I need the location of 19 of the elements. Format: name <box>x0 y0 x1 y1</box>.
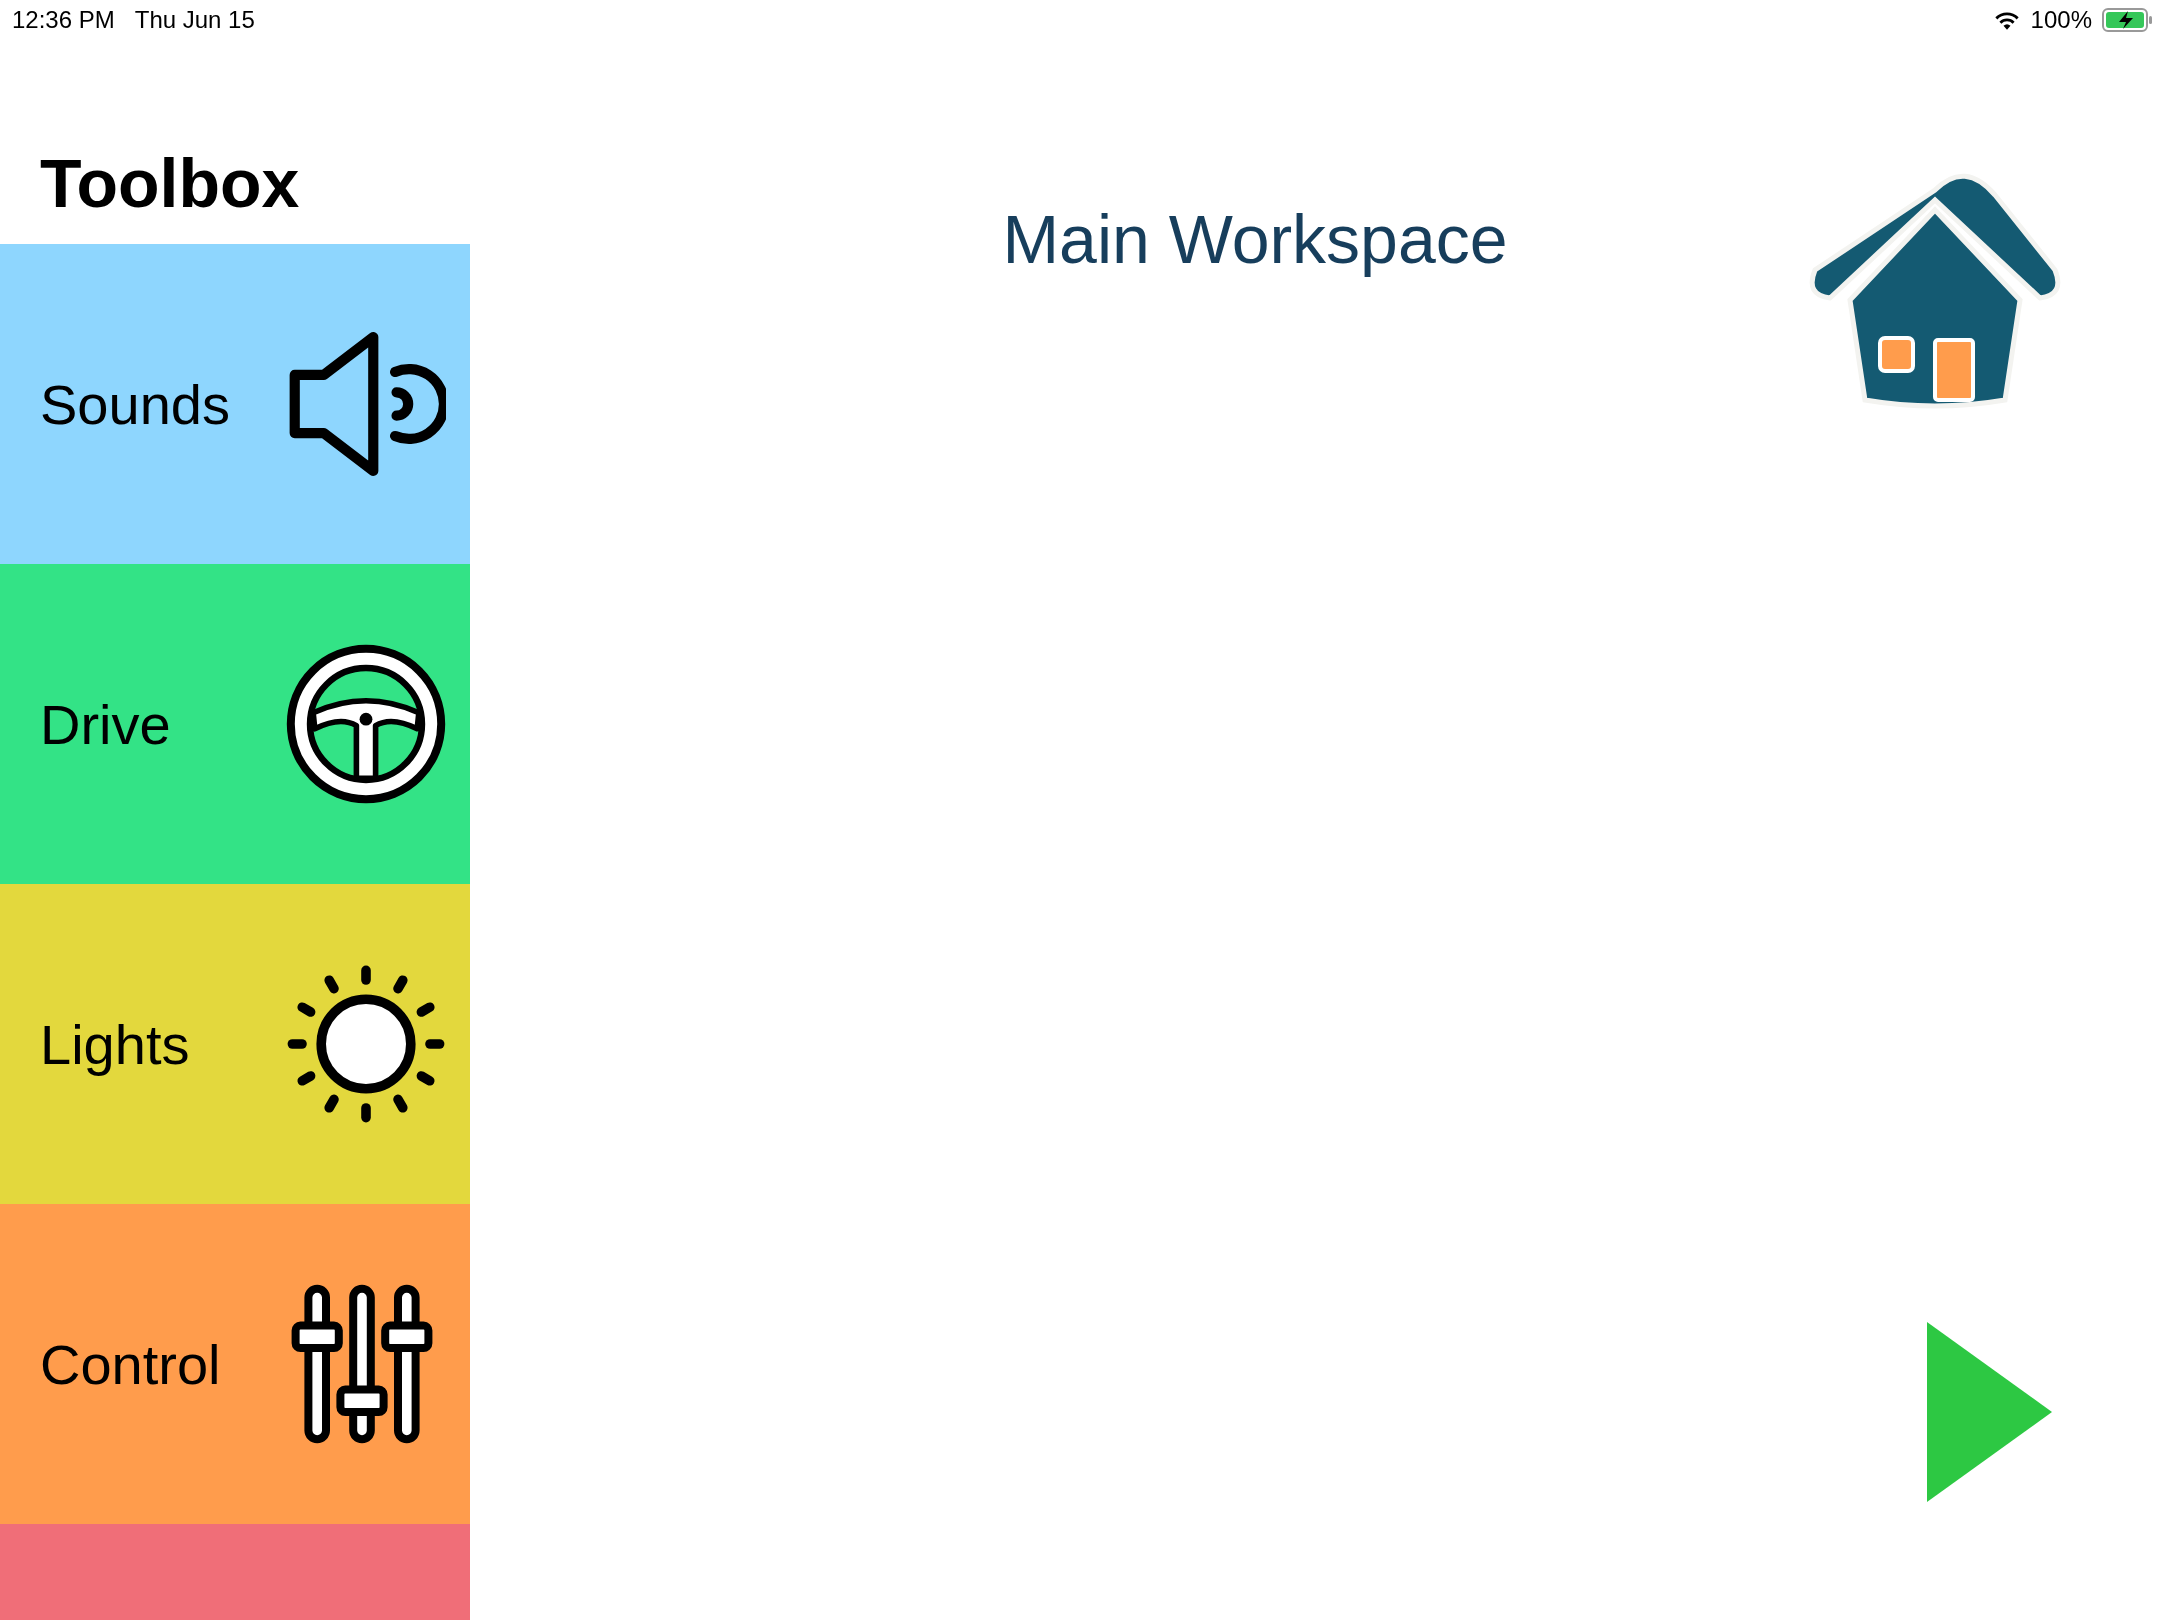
category-label: Lights <box>40 1011 190 1077</box>
battery-percentage: 100% <box>2030 6 2092 34</box>
category-tile[interactable] <box>0 1524 470 1620</box>
status-date: Thu Jun 15 <box>134 6 255 34</box>
category-tile[interactable]: Lights <box>0 884 470 1204</box>
toolbox-title: Toolbox <box>39 144 301 223</box>
workspace-title: Main Workspace <box>1002 200 1508 278</box>
wifi-icon <box>1992 9 2021 31</box>
status-time: 12:36 PM <box>12 6 115 34</box>
sun-icon <box>286 964 446 1124</box>
category-tile[interactable]: Drive <box>0 564 470 884</box>
category-label: Sounds <box>40 371 230 437</box>
category-label: Control <box>40 1331 221 1397</box>
play-button[interactable] <box>1927 1322 2052 1502</box>
steering-wheel-icon <box>286 644 446 804</box>
category-tile[interactable]: Sounds <box>0 244 470 564</box>
category-label: Drive <box>40 691 171 757</box>
category-tile[interactable]: Control <box>0 1204 470 1524</box>
battery-charging-icon <box>2102 8 2154 32</box>
